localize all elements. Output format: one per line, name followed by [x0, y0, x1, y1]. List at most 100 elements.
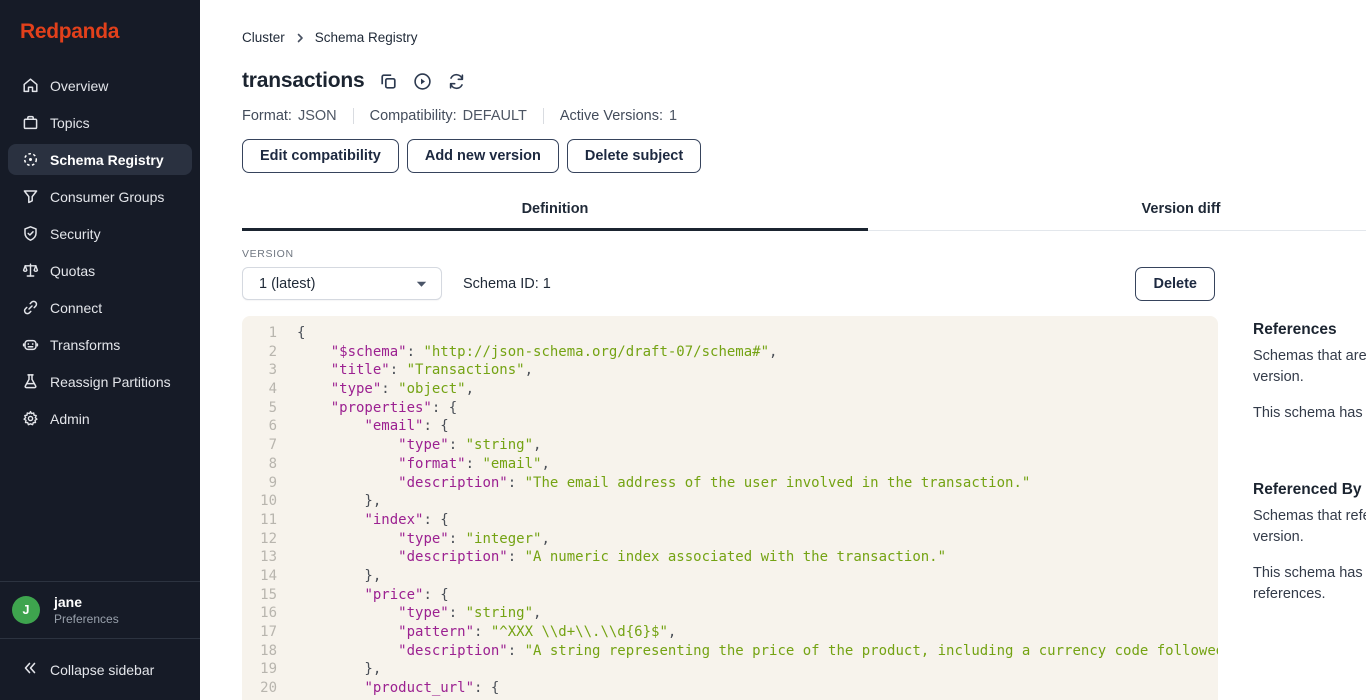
code-text: "type": "string", [297, 604, 541, 623]
code-text: "format": "email", [297, 455, 550, 474]
code-token: "format" [398, 456, 465, 472]
code-text: }, [297, 492, 381, 511]
play-circle-icon[interactable] [413, 72, 432, 91]
sidebar-item-topics[interactable]: Topics [8, 107, 192, 138]
sidebar-item-label: Transforms [50, 337, 120, 353]
sidebar-item-label: Reassign Partitions [50, 374, 171, 390]
line-number: 9 [242, 474, 277, 493]
code-token: : { [423, 418, 448, 434]
sidebar-item-quotas[interactable]: Quotas [8, 255, 192, 286]
code-token: : { [432, 400, 457, 416]
code-token: "description" [398, 643, 508, 659]
code-token: "type" [398, 437, 449, 453]
tab-version-diff[interactable]: Version diff [868, 201, 1366, 231]
line-number: 4 [242, 380, 277, 399]
code-token: "$schema" [331, 344, 407, 360]
version-controls: 1 (latest) Schema ID: 1 Delete [242, 267, 1218, 300]
references-description: Schemas that are referenced by thisversi… [1253, 346, 1366, 388]
user-menu[interactable]: J jane Preferences [0, 581, 200, 639]
code-token: "type" [398, 531, 449, 547]
line-number: 13 [242, 548, 277, 567]
user-preferences-link[interactable]: Preferences [54, 611, 119, 627]
code-token [297, 531, 398, 547]
sidebar-item-reassign-partitions[interactable]: Reassign Partitions [8, 366, 192, 397]
sidebar-item-transforms[interactable]: Transforms [8, 329, 192, 360]
code-line: 13 "description": "A numeric index assoc… [242, 548, 1218, 567]
line-number: 15 [242, 586, 277, 605]
schema-code-editor[interactable]: 1{2 "$schema": "http://json-schema.org/d… [242, 316, 1218, 700]
code-token [297, 475, 398, 491]
line-number: 2 [242, 343, 277, 362]
code-token [297, 624, 398, 640]
refresh-icon[interactable] [447, 72, 466, 91]
code-token: "email" [364, 418, 423, 434]
version-select-value: 1 (latest) [259, 276, 416, 292]
tab-bar: Definition Version diff [242, 201, 1366, 231]
sidebar-nav: Overview Topics Schema Registry Consumer Gr… [0, 70, 200, 440]
format-value: JSON [298, 108, 337, 124]
sidebar-item-consumer-groups[interactable]: Consumer Groups [8, 181, 192, 212]
delete-version-button[interactable]: Delete [1135, 267, 1215, 301]
schema-registry-icon [22, 151, 39, 168]
code-text: { [297, 324, 305, 343]
code-token [297, 512, 364, 528]
code-token: , [466, 381, 474, 397]
compatibility-value: DEFAULT [463, 108, 527, 124]
code-token [297, 437, 398, 453]
chevron-down-icon [416, 276, 427, 292]
code-token: : [449, 437, 466, 453]
add-new-version-button[interactable]: Add new version [407, 139, 559, 173]
sidebar-item-security[interactable]: Security [8, 218, 192, 249]
code-token [297, 400, 331, 416]
code-line: 5 "properties": { [242, 399, 1218, 418]
code-token: : [508, 549, 525, 565]
version-select[interactable]: 1 (latest) [242, 267, 442, 300]
collapse-sidebar-button[interactable]: Collapse sidebar [0, 639, 200, 700]
sidebar-item-connect[interactable]: Connect [8, 292, 192, 323]
code-token: "object" [398, 381, 465, 397]
code-line: 9 "description": "The email address of t… [242, 474, 1218, 493]
sidebar-item-overview[interactable]: Overview [8, 70, 192, 101]
code-token: "A numeric index associated with the tra… [525, 549, 946, 565]
code-text: }, [297, 567, 381, 586]
code-token [297, 362, 331, 378]
collapse-sidebar-label: Collapse sidebar [50, 662, 154, 678]
edit-compatibility-button[interactable]: Edit compatibility [242, 139, 399, 173]
code-token [297, 456, 398, 472]
ref-text-line: Schemas that reference this schema [1253, 506, 1366, 527]
code-text: "type": "object", [297, 380, 474, 399]
code-token: : [381, 381, 398, 397]
code-token: "A string representing the price of the … [525, 643, 1218, 659]
delete-subject-button[interactable]: Delete subject [567, 139, 701, 173]
code-token: "title" [331, 362, 390, 378]
definition-panel: VERSION 1 (latest) Schema ID: 1 Delete 1… [242, 231, 1366, 700]
topics-icon [22, 114, 39, 131]
code-text: }, [297, 660, 381, 679]
active-versions-label: Active Versions: [560, 108, 663, 124]
line-number: 3 [242, 361, 277, 380]
code-token: "price" [364, 587, 423, 603]
code-text: "type": "string", [297, 436, 541, 455]
breadcrumb-cluster[interactable]: Cluster [242, 30, 285, 45]
line-number: 10 [242, 492, 277, 511]
code-line: 18 "description": "A string representing… [242, 642, 1218, 661]
tab-definition[interactable]: Definition [242, 201, 868, 231]
code-token [297, 605, 398, 621]
main-content: Cluster Schema Registry transactions For… [200, 0, 1366, 700]
line-number: 16 [242, 604, 277, 623]
code-line: 4 "type": "object", [242, 380, 1218, 399]
breadcrumb-schema-registry[interactable]: Schema Registry [315, 30, 418, 45]
active-versions-value: 1 [669, 108, 677, 124]
line-number: 19 [242, 660, 277, 679]
code-token: }, [297, 493, 381, 509]
code-line: 1{ [242, 324, 1218, 343]
sidebar-item-label: Security [50, 226, 101, 242]
line-number: 18 [242, 642, 277, 661]
code-line: 2 "$schema": "http://json-schema.org/dra… [242, 343, 1218, 362]
referenced-by-heading: Referenced By [1253, 481, 1366, 499]
sidebar-item-schema-registry[interactable]: Schema Registry [8, 144, 192, 175]
code-token: : [449, 531, 466, 547]
sidebar-item-admin[interactable]: Admin [8, 403, 192, 434]
copy-icon[interactable] [379, 72, 398, 91]
code-line: 6 "email": { [242, 417, 1218, 436]
